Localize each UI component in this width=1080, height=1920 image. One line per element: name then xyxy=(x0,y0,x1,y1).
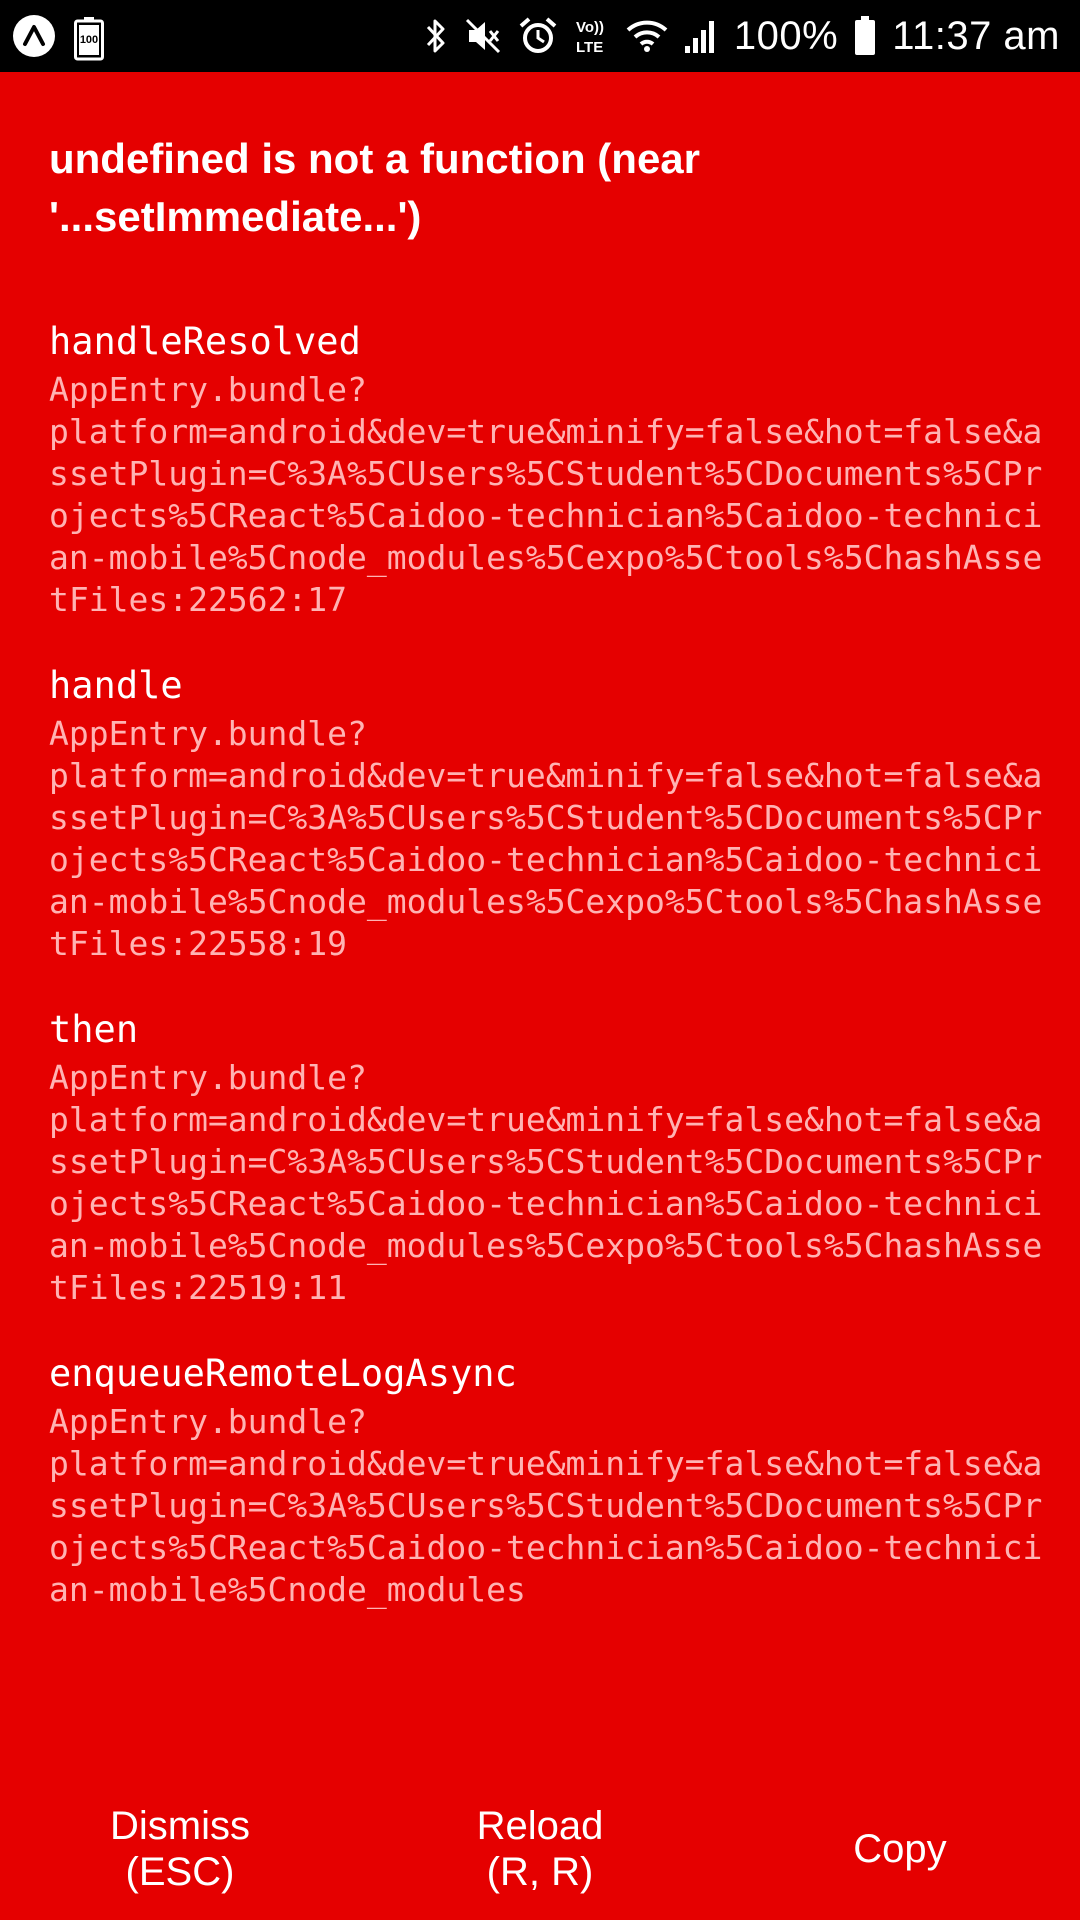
clock: 11:37 am xyxy=(892,13,1060,58)
status-bar: 100 Vo)) LTE 100% 11:37 am xyxy=(0,0,1080,72)
stack-frame[interactable]: handleResolved AppEntry.bundle? platform… xyxy=(49,315,1059,621)
wifi-icon xyxy=(626,18,668,54)
stack-frame-method: handle xyxy=(49,664,183,707)
stack-frame[interactable]: then AppEntry.bundle? platform=android&d… xyxy=(49,1003,1059,1309)
redbox-error-screen[interactable]: undefined is not a function (near '...se… xyxy=(0,72,1080,1777)
stack-frame-location: AppEntry.bundle? platform=android&dev=tr… xyxy=(49,370,1043,619)
redbox-button-bar: Dismiss (ESC) Reload (R, R) Copy xyxy=(0,1777,1080,1920)
stack-frame-method: enqueueRemoteLogAsync xyxy=(49,1352,517,1395)
error-message: undefined is not a function (near '...se… xyxy=(49,135,700,240)
bluetooth-icon xyxy=(424,16,448,56)
stack-frame-location: AppEntry.bundle? platform=android&dev=tr… xyxy=(49,1402,1043,1609)
battery-saver-icon: 100 xyxy=(74,16,104,61)
stack-frame-method: then xyxy=(49,1008,139,1051)
battery-percent: 100% xyxy=(733,13,839,58)
battery-saver-label: 100 xyxy=(79,33,99,46)
stack-frame-location: AppEntry.bundle? platform=android&dev=tr… xyxy=(49,1058,1043,1307)
stack-frame[interactable]: enqueueRemoteLogAsync AppEntry.bundle? p… xyxy=(49,1347,1059,1611)
stack-frame-method: handleResolved xyxy=(49,320,361,363)
dismiss-button[interactable]: Dismiss (ESC) xyxy=(0,1777,360,1920)
stack-frame[interactable]: handle AppEntry.bundle? platform=android… xyxy=(49,659,1059,965)
stack-trace-list: handleResolved AppEntry.bundle? platform… xyxy=(49,315,1059,1649)
copy-button[interactable]: Copy xyxy=(720,1777,1080,1920)
alarm-icon xyxy=(518,16,558,56)
stack-frame-location: AppEntry.bundle? platform=android&dev=tr… xyxy=(49,714,1043,963)
battery-icon xyxy=(854,16,876,56)
signal-icon xyxy=(684,18,718,54)
volte-icon: Vo)) LTE xyxy=(574,16,610,56)
svg-text:Vo)): Vo)) xyxy=(576,19,604,36)
status-bar-right: Vo)) LTE 100% 11:37 am xyxy=(424,0,1060,72)
reload-button[interactable]: Reload (R, R) xyxy=(360,1777,720,1920)
status-bar-left: 100 xyxy=(12,14,104,63)
svg-text:LTE: LTE xyxy=(576,39,603,56)
mute-icon xyxy=(464,17,502,55)
app-logo-icon xyxy=(12,14,56,63)
